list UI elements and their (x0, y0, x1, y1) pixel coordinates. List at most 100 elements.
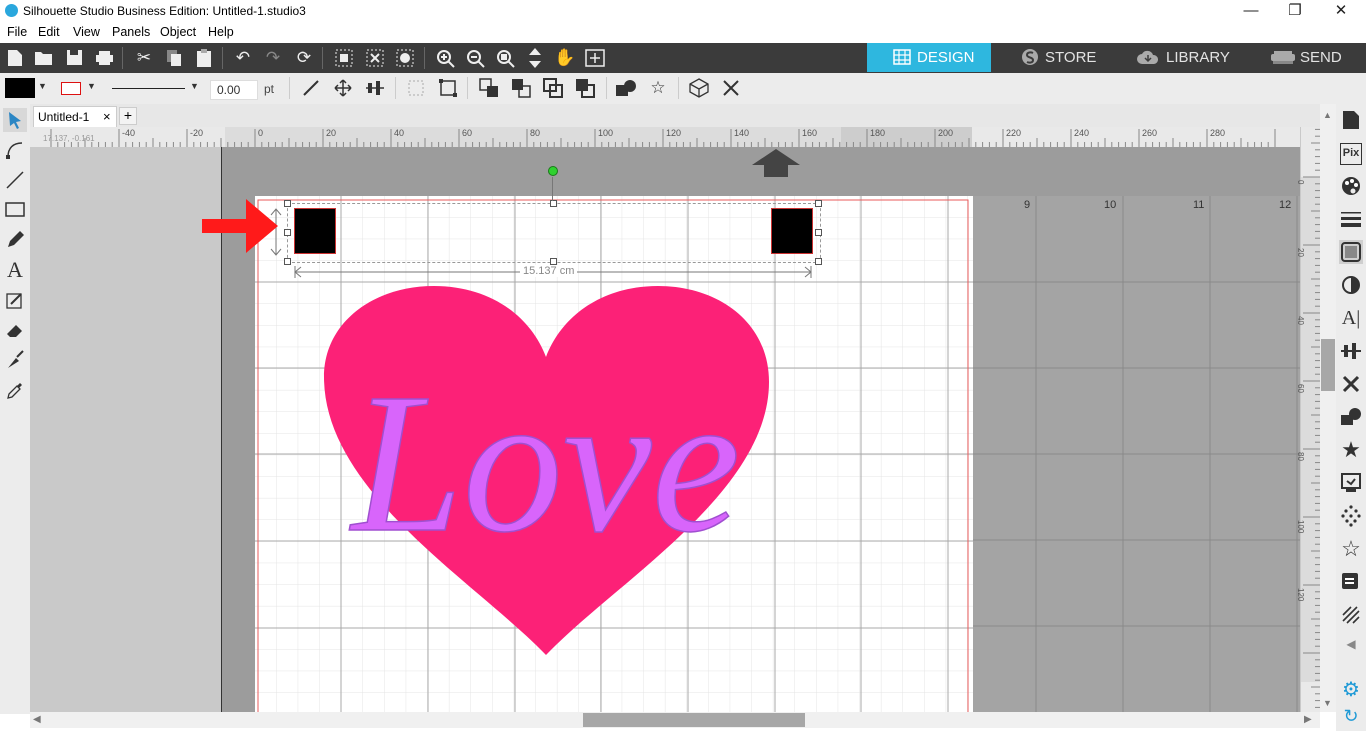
line-color-swatch[interactable] (61, 82, 81, 95)
rotate-handle[interactable] (548, 166, 558, 176)
eraser-icon[interactable] (3, 318, 27, 342)
redraw-icon[interactable]: ⟳ (291, 46, 317, 70)
menu-view[interactable]: View (73, 25, 100, 39)
favorite-star-icon[interactable]: ☆ (1339, 537, 1363, 561)
menu-file[interactable]: File (7, 25, 27, 39)
restore-button[interactable]: ❐ (1272, 0, 1318, 23)
select-by-color-icon[interactable] (392, 46, 418, 70)
selection-handle[interactable] (284, 258, 291, 265)
page-setup-icon[interactable] (1339, 108, 1363, 132)
palette-icon[interactable] (1339, 174, 1363, 198)
text-tool-icon[interactable]: A (3, 258, 27, 282)
selection-handle[interactable] (815, 229, 822, 236)
zoom-select-icon[interactable] (492, 46, 518, 70)
scroll-left-icon[interactable]: ◀ (33, 714, 41, 725)
selection-handle[interactable] (284, 229, 291, 236)
selection-handle[interactable] (550, 258, 557, 265)
paste-icon[interactable] (191, 46, 217, 70)
copy-icon[interactable] (161, 46, 187, 70)
scroll-down-icon[interactable]: ▼ (1323, 698, 1332, 708)
tab-send[interactable]: SEND (1246, 43, 1366, 72)
pixscan-icon[interactable]: Pix (1339, 141, 1363, 165)
registration-mark-left[interactable] (294, 208, 336, 254)
layers-icon[interactable] (1339, 570, 1363, 594)
bring-to-front-icon[interactable] (476, 76, 502, 100)
select-all-icon[interactable] (331, 46, 357, 70)
add-tab-button[interactable]: + (119, 107, 137, 125)
transparency-icon[interactable] (1339, 273, 1363, 297)
redo-icon[interactable]: ↷ (260, 46, 286, 70)
menu-object[interactable]: Object (160, 25, 196, 39)
replicate-icon[interactable] (686, 76, 712, 100)
menu-help[interactable]: Help (208, 25, 234, 39)
drag-move-icon[interactable] (522, 46, 548, 70)
zoom-out-icon[interactable] (462, 46, 488, 70)
collapse-panel-icon[interactable]: ◀ (1339, 632, 1363, 656)
fill-pattern-icon[interactable] (1339, 240, 1363, 264)
document-tab[interactable]: Untitled-1 × (33, 106, 117, 127)
selection-box[interactable] (287, 203, 821, 263)
cut-icon[interactable]: ✂ (131, 46, 157, 70)
weld-icon[interactable] (613, 76, 639, 100)
design-canvas[interactable]: 9 10 11 12 Love 15.137 cm (30, 147, 1300, 712)
line-style-preview[interactable] (112, 88, 185, 89)
sync-icon[interactable]: ↻ (1339, 704, 1363, 728)
horizontal-scroll-thumb[interactable] (583, 713, 805, 727)
draw-line-icon[interactable] (3, 168, 27, 192)
new-file-icon[interactable] (2, 46, 28, 70)
line-style-panel-icon[interactable] (1339, 207, 1363, 231)
horizontal-scrollbar[interactable]: ◀ ▶ (30, 712, 1320, 728)
line-tool-icon[interactable] (298, 76, 324, 100)
tab-design[interactable]: DESIGN (867, 43, 991, 72)
fill-dropdown-icon[interactable]: ▼ (38, 81, 47, 91)
pan-hand-icon[interactable]: ✋ (552, 46, 578, 70)
move-icon[interactable] (330, 76, 356, 100)
fit-page-icon[interactable] (582, 46, 608, 70)
trace-icon[interactable] (1339, 372, 1363, 396)
close-button[interactable]: ✕ (1318, 0, 1364, 23)
send-to-back-icon[interactable] (508, 76, 534, 100)
print-icon[interactable] (91, 46, 117, 70)
settings-gear-icon[interactable]: ⚙ (1339, 678, 1363, 702)
point-edit-icon[interactable] (3, 138, 27, 162)
delete-icon[interactable] (718, 76, 744, 100)
replicate-panel-icon[interactable] (1339, 471, 1363, 495)
bring-forward-icon[interactable] (540, 76, 566, 100)
sketch-tool-icon[interactable] (3, 288, 27, 312)
tab-store[interactable]: STORE (995, 43, 1127, 72)
menu-edit[interactable]: Edit (38, 25, 60, 39)
close-tab-icon[interactable]: × (103, 109, 111, 124)
selection-handle[interactable] (815, 258, 822, 265)
eyedropper-icon[interactable] (3, 378, 27, 402)
open-folder-icon[interactable] (31, 46, 57, 70)
modify-icon[interactable] (1339, 405, 1363, 429)
vertical-scrollbar[interactable]: ▲ ▼ (1320, 104, 1336, 712)
align-panel-icon[interactable] (1339, 339, 1363, 363)
minimize-button[interactable]: — (1228, 0, 1274, 23)
deselect-icon[interactable] (362, 46, 388, 70)
rectangle-tool-icon[interactable] (3, 198, 27, 222)
pencil-icon[interactable] (3, 228, 27, 252)
undo-icon[interactable]: ↶ (230, 46, 256, 70)
sketch-effects-icon[interactable] (1339, 603, 1363, 627)
line-color-dropdown-icon[interactable]: ▼ (87, 81, 96, 91)
tab-library[interactable]: LIBRARY (1112, 43, 1242, 72)
fill-color-swatch[interactable] (5, 78, 35, 98)
selection-handle[interactable] (815, 200, 822, 207)
offset-icon[interactable]: ★ (1339, 438, 1363, 462)
align-icon[interactable] (362, 76, 388, 100)
selection-handle[interactable] (284, 200, 291, 207)
zoom-in-icon[interactable] (432, 46, 458, 70)
registration-mark-right[interactable] (771, 208, 813, 254)
text-style-icon[interactable]: A| (1339, 306, 1363, 330)
group-icon[interactable] (403, 76, 429, 100)
rhinestone-icon[interactable] (1339, 504, 1363, 528)
selection-handle[interactable] (550, 200, 557, 207)
ungroup-icon[interactable] (435, 76, 461, 100)
heart-love-design[interactable]: Love (316, 282, 776, 657)
scroll-up-icon[interactable]: ▲ (1323, 110, 1332, 120)
select-arrow-icon[interactable] (3, 108, 27, 132)
line-style-dropdown-icon[interactable]: ▼ (190, 81, 199, 91)
vertical-scroll-thumb[interactable] (1321, 339, 1335, 391)
offset-star-icon[interactable]: ☆ (645, 76, 671, 100)
